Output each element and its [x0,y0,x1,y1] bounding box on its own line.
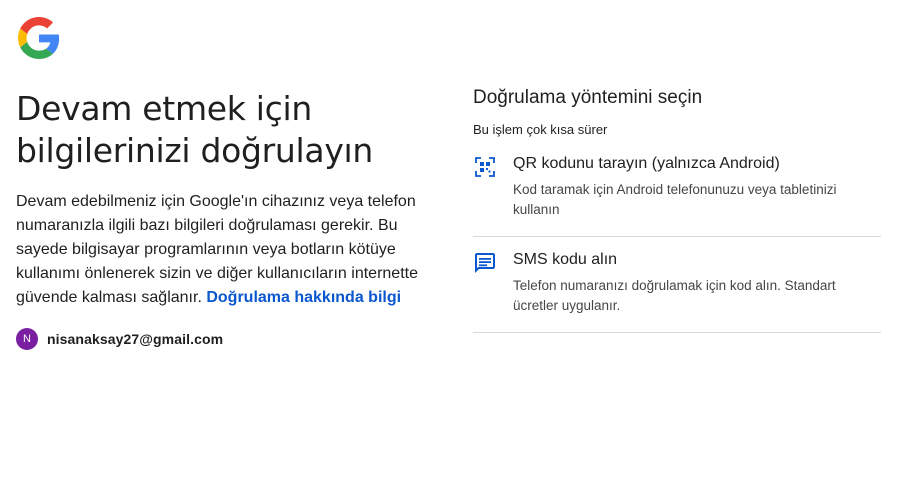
page-title-line2: bilgilerinizi doğrulayın [16,131,374,170]
intro-panel: Devam etmek için bilgilerinizi doğrulayı… [16,88,436,350]
option-sms[interactable]: SMS kodu alın Telefon numaranızı doğrula… [473,237,881,333]
sms-message-icon [475,253,495,273]
method-title: Doğrulama yöntemini seçin [473,87,703,108]
option-sms-title: SMS kodu alın [513,251,618,268]
description-text: Devam edebilmeniz için Google'ın cihazın… [16,190,431,310]
qr-code-icon [475,157,495,177]
account-chip: N nisanaksay27@gmail.com [16,328,436,350]
account-email: nisanaksay27@gmail.com [47,331,224,347]
learn-more-link[interactable]: Doğrulama hakkında bilgi [206,289,401,306]
avatar: N [16,328,38,350]
method-subtitle: Bu işlem çok kısa sürer [473,122,608,137]
page-title: Devam etmek için bilgilerinizi doğrulayı… [16,88,436,172]
option-sms-text: SMS kodu alın Telefon numaranızı doğrula… [513,251,873,316]
verification-method-panel: Doğrulama yöntemini seçin Bu işlem çok k… [473,86,881,333]
option-qr-code[interactable]: QR kodunu tarayın (yalnızca Android) Kod… [473,155,881,237]
option-sms-description: Telefon numaranızı doğrulamak için kod a… [513,278,836,313]
option-qr-text: QR kodunu tarayın (yalnızca Android) Kod… [513,155,873,220]
option-qr-description: Kod taramak için Android telefonunuzu ve… [513,182,837,217]
option-qr-title: QR kodunu tarayın (yalnızca Android) [513,155,780,172]
page-title-line1: Devam etmek için [16,89,312,128]
google-g-logo-icon [18,17,60,59]
